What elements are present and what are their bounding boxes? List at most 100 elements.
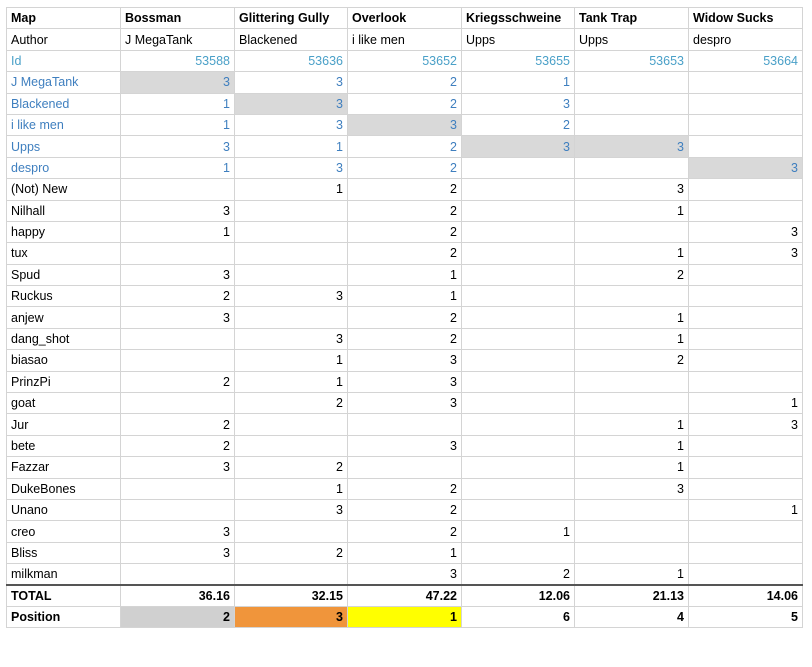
map-label[interactable]: Map — [6, 6, 121, 30]
vote-cell[interactable]: 3 — [461, 92, 575, 115]
author-name[interactable]: Upps — [574, 28, 689, 51]
voter-name[interactable]: DukeBones — [6, 477, 121, 500]
position-cell[interactable]: 2 — [120, 605, 235, 629]
voter-name[interactable]: Upps — [6, 135, 121, 158]
vote-cell[interactable]: 3 — [574, 135, 689, 158]
author-name[interactable]: despro — [688, 28, 803, 51]
vote-cell[interactable] — [234, 242, 348, 265]
vote-cell[interactable]: 2 — [234, 541, 348, 565]
vote-cell[interactable]: 2 — [347, 520, 462, 543]
vote-cell[interactable] — [461, 392, 575, 415]
vote-cell[interactable]: 1 — [574, 242, 689, 265]
vote-cell[interactable] — [688, 92, 803, 115]
vote-cell[interactable] — [461, 541, 575, 565]
vote-cell[interactable] — [234, 263, 348, 287]
vote-cell[interactable]: 3 — [347, 392, 462, 415]
vote-cell[interactable] — [574, 285, 689, 308]
map-name[interactable]: Overlook — [347, 6, 462, 30]
vote-cell[interactable]: 3 — [688, 220, 803, 244]
vote-cell[interactable]: 1 — [120, 92, 235, 115]
vote-cell[interactable]: 3 — [574, 477, 689, 500]
map-name[interactable]: Tank Trap — [574, 6, 689, 30]
vote-cell[interactable]: 1 — [120, 113, 235, 137]
vote-cell[interactable]: 1 — [574, 306, 689, 329]
author-name[interactable]: Upps — [461, 28, 575, 51]
vote-cell[interactable] — [461, 178, 575, 201]
vote-cell[interactable]: 1 — [234, 349, 348, 372]
voter-name[interactable]: dang_shot — [6, 327, 121, 351]
map-name[interactable]: Widow Sucks — [688, 6, 803, 30]
vote-cell[interactable]: 1 — [574, 413, 689, 436]
author-name[interactable]: Blackened — [234, 28, 348, 51]
vote-cell[interactable]: 3 — [688, 156, 803, 180]
author-label[interactable]: Author — [6, 28, 121, 51]
vote-cell[interactable]: 1 — [574, 456, 689, 479]
vote-cell[interactable] — [461, 434, 575, 458]
vote-cell[interactable] — [574, 498, 689, 522]
vote-cell[interactable] — [234, 520, 348, 543]
vote-cell[interactable] — [688, 327, 803, 351]
vote-cell[interactable]: 3 — [688, 413, 803, 436]
vote-cell[interactable] — [688, 456, 803, 479]
vote-cell[interactable]: 2 — [120, 285, 235, 308]
vote-cell[interactable]: 2 — [574, 263, 689, 287]
voter-name[interactable]: tux — [6, 242, 121, 265]
vote-cell[interactable] — [461, 498, 575, 522]
vote-cell[interactable] — [461, 285, 575, 308]
voter-name[interactable]: (Not) New — [6, 178, 121, 201]
total-cell[interactable]: 14.06 — [688, 584, 803, 607]
vote-cell[interactable] — [120, 178, 235, 201]
total-cell[interactable]: 47.22 — [347, 584, 462, 607]
map-name[interactable]: Bossman — [120, 6, 235, 30]
vote-cell[interactable]: 3 — [574, 178, 689, 201]
map-name[interactable]: Glittering Gully — [234, 6, 348, 30]
vote-cell[interactable] — [234, 413, 348, 436]
vote-cell[interactable]: 2 — [234, 456, 348, 479]
vote-cell[interactable]: 3 — [120, 263, 235, 287]
vote-cell[interactable] — [688, 477, 803, 500]
vote-cell[interactable] — [688, 541, 803, 565]
vote-cell[interactable] — [120, 563, 235, 586]
position-cell[interactable]: 1 — [347, 605, 462, 629]
vote-cell[interactable] — [688, 71, 803, 94]
vote-cell[interactable]: 1 — [574, 327, 689, 351]
vote-cell[interactable] — [234, 199, 348, 222]
vote-cell[interactable]: 1 — [347, 541, 462, 565]
vote-cell[interactable] — [688, 349, 803, 372]
vote-cell[interactable] — [574, 71, 689, 94]
position-row-label[interactable]: Position — [6, 605, 121, 629]
voter-name[interactable]: milkman — [6, 563, 121, 586]
vote-cell[interactable] — [347, 456, 462, 479]
vote-cell[interactable] — [234, 220, 348, 244]
map-id[interactable]: 53636 — [234, 49, 348, 73]
vote-cell[interactable]: 3 — [347, 113, 462, 137]
vote-cell[interactable] — [574, 92, 689, 115]
vote-cell[interactable] — [234, 434, 348, 458]
id-label[interactable]: Id — [6, 49, 121, 73]
vote-cell[interactable] — [574, 156, 689, 180]
vote-cell[interactable]: 2 — [120, 434, 235, 458]
vote-cell[interactable] — [574, 370, 689, 394]
vote-cell[interactable] — [574, 541, 689, 565]
vote-cell[interactable]: 3 — [120, 71, 235, 94]
vote-cell[interactable] — [688, 520, 803, 543]
vote-cell[interactable] — [461, 156, 575, 180]
vote-cell[interactable] — [120, 392, 235, 415]
vote-cell[interactable]: 1 — [688, 498, 803, 522]
position-cell[interactable]: 4 — [574, 605, 689, 629]
vote-cell[interactable] — [120, 327, 235, 351]
vote-cell[interactable]: 1 — [574, 563, 689, 586]
vote-cell[interactable] — [120, 477, 235, 500]
position-cell[interactable]: 3 — [234, 605, 348, 629]
vote-cell[interactable]: 2 — [347, 242, 462, 265]
vote-cell[interactable] — [347, 413, 462, 436]
position-cell[interactable]: 5 — [688, 605, 803, 629]
vote-cell[interactable]: 2 — [347, 477, 462, 500]
vote-cell[interactable]: 3 — [347, 349, 462, 372]
vote-cell[interactable]: 3 — [347, 434, 462, 458]
vote-cell[interactable] — [234, 563, 348, 586]
vote-cell[interactable] — [688, 135, 803, 158]
vote-cell[interactable]: 3 — [234, 113, 348, 137]
voter-name[interactable]: despro — [6, 156, 121, 180]
vote-cell[interactable]: 2 — [461, 113, 575, 137]
